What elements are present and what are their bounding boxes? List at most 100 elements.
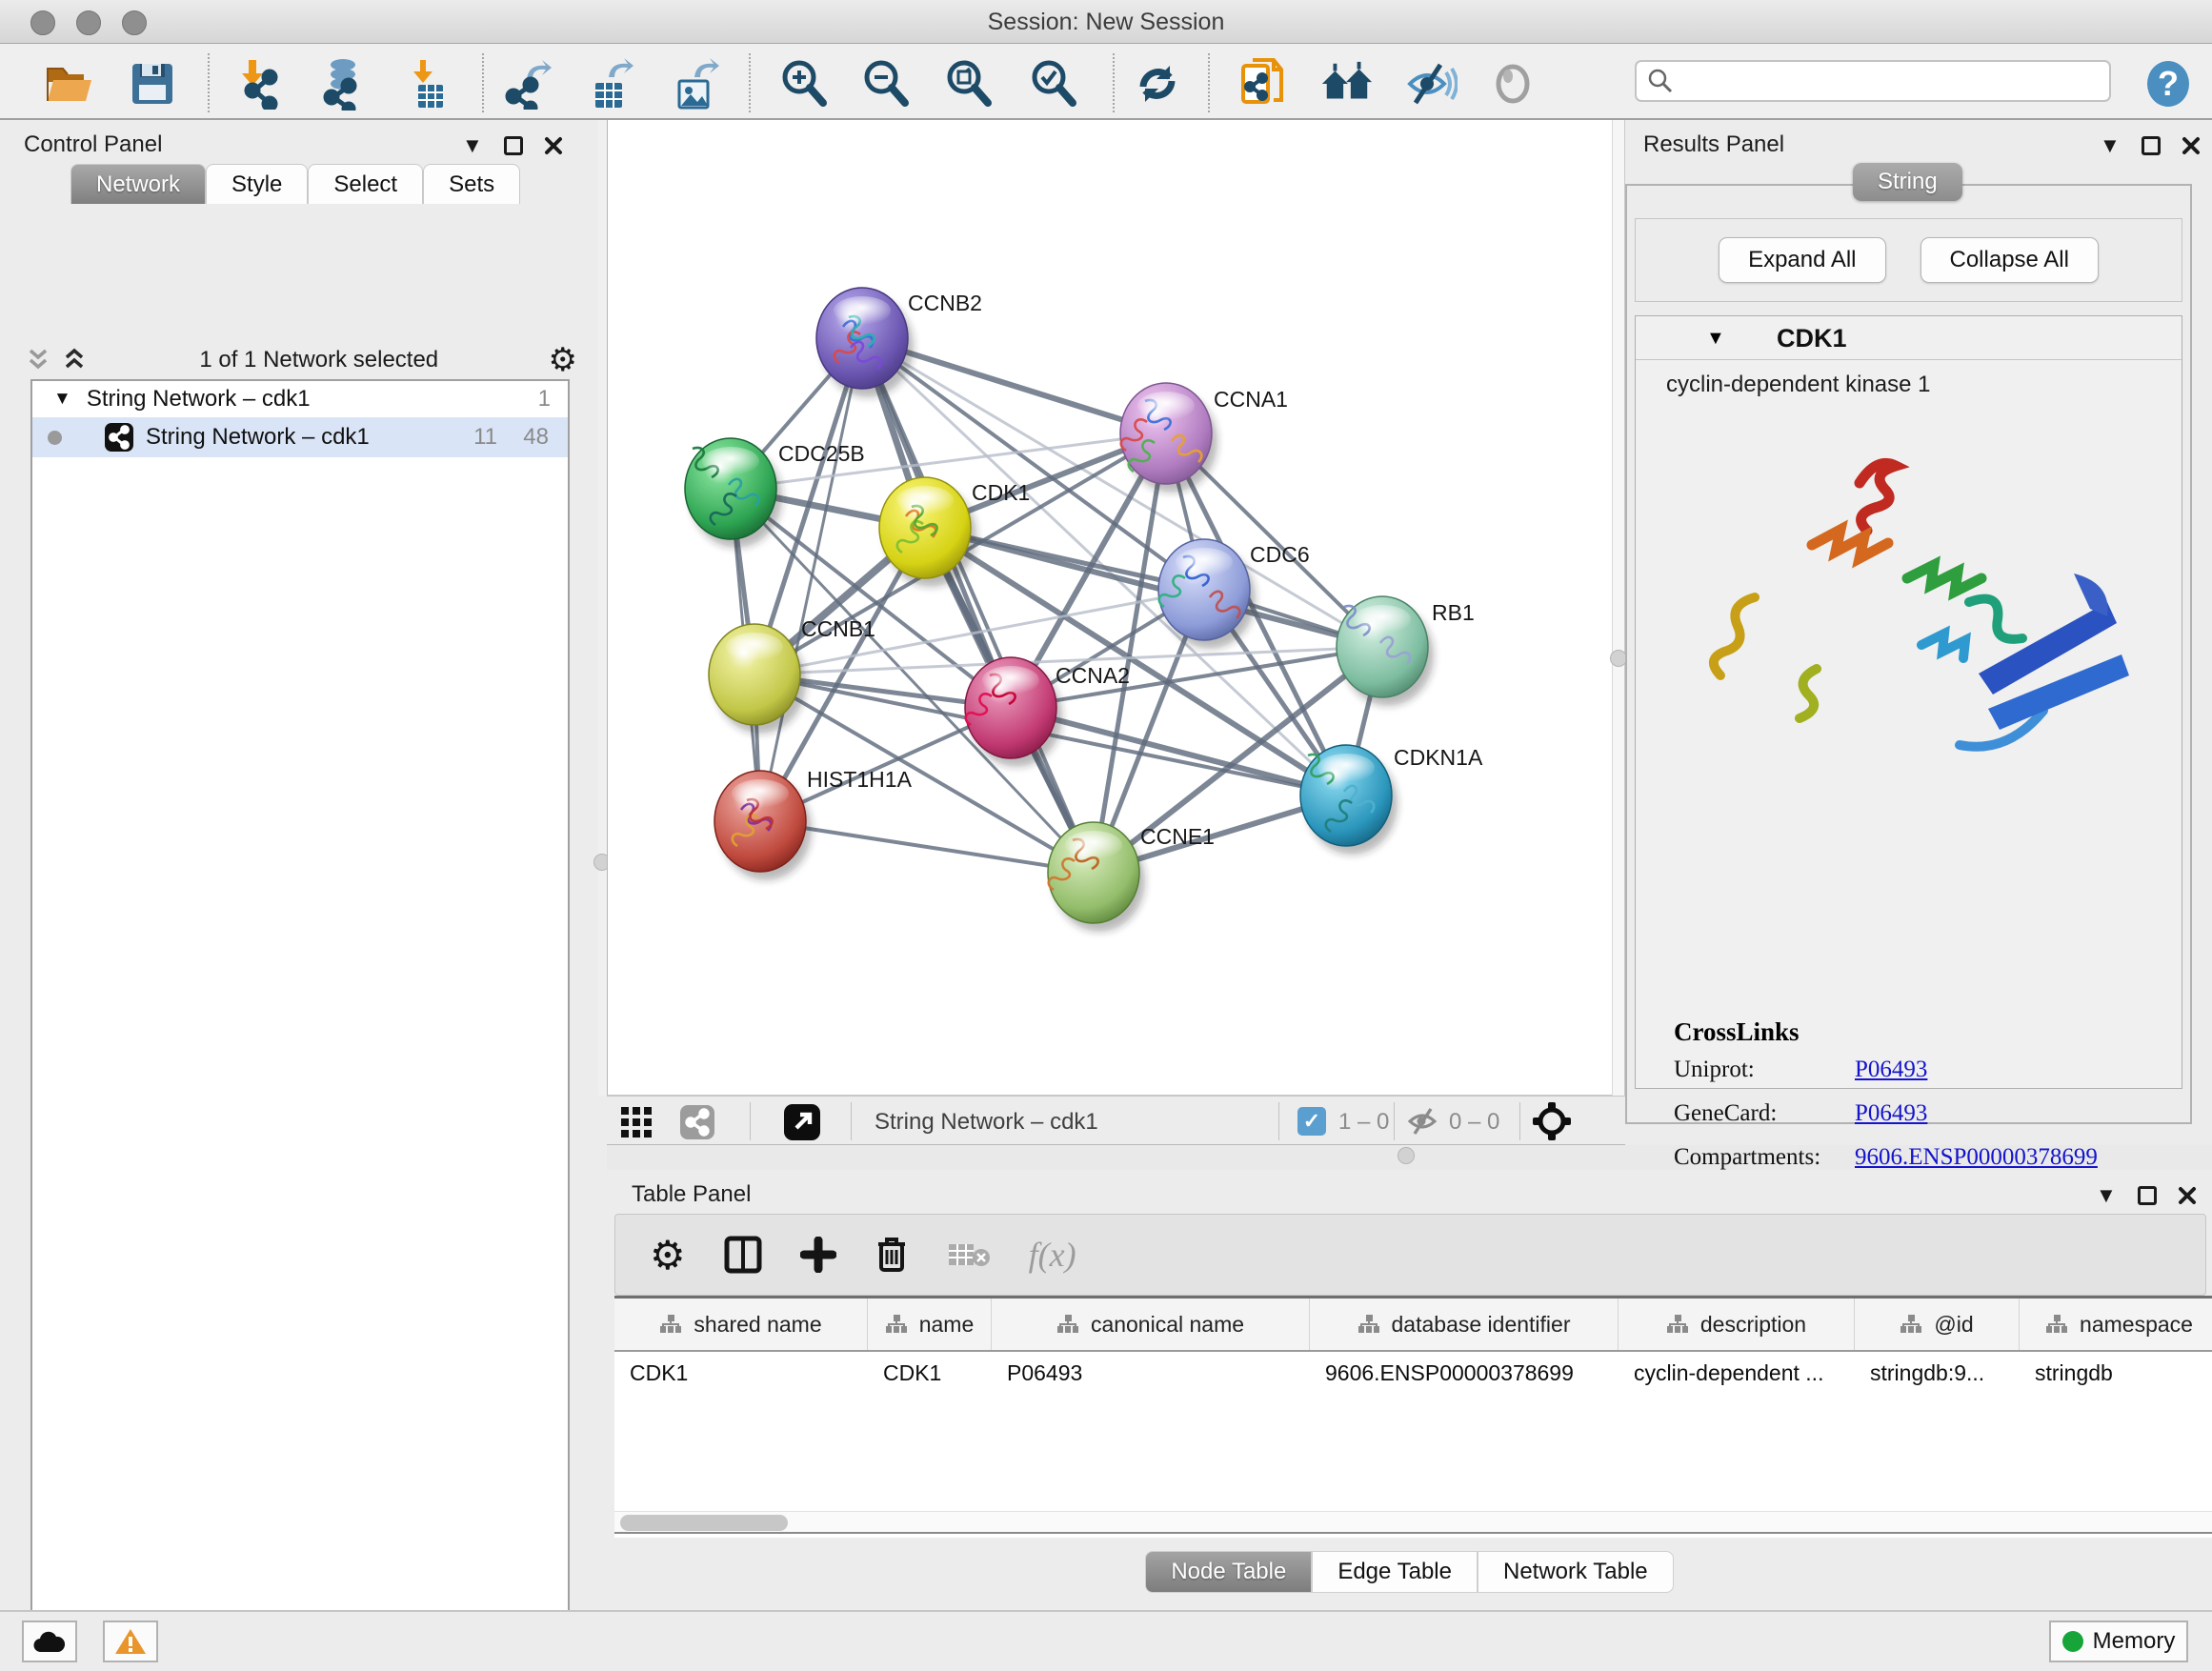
zoom-in-icon[interactable] bbox=[777, 57, 831, 111]
panel-float-icon[interactable] bbox=[504, 136, 523, 155]
table-cell[interactable]: 9606.ENSP00000378699 bbox=[1310, 1360, 1619, 1386]
table-row[interactable]: CDK1CDK1P064939606.ENSP00000378699cyclin… bbox=[614, 1352, 2212, 1394]
detach-view-icon[interactable] bbox=[783, 1103, 821, 1146]
collapse-all-button[interactable]: Collapse All bbox=[1920, 237, 2099, 283]
network-status-dot-icon bbox=[48, 431, 62, 445]
table-cell[interactable]: stringdb bbox=[2020, 1360, 2212, 1386]
network-node-rb1[interactable] bbox=[1337, 596, 1434, 706]
crosslinks-heading: CrossLinks bbox=[1674, 1017, 2098, 1047]
birdseye-view-icon[interactable] bbox=[1533, 1102, 1571, 1145]
tab-network[interactable]: Network bbox=[70, 164, 206, 204]
table-cell[interactable]: CDK1 bbox=[868, 1360, 992, 1386]
gene-section-header[interactable]: ▼ CDK1 bbox=[1636, 316, 2182, 360]
warnings-button[interactable] bbox=[103, 1621, 158, 1662]
refresh-layout-icon[interactable] bbox=[1131, 57, 1184, 111]
network-node-hist1h1a[interactable] bbox=[714, 771, 812, 880]
network-node-cdkn1a[interactable] bbox=[1300, 745, 1398, 855]
table-cell[interactable]: P06493 bbox=[992, 1360, 1310, 1386]
crosslink-link[interactable]: P06493 bbox=[1855, 1057, 1927, 1100]
scrollbar-thumb[interactable] bbox=[620, 1515, 788, 1531]
search-input[interactable] bbox=[1675, 68, 2094, 94]
network-node-ccnb2[interactable] bbox=[816, 288, 914, 397]
right-splitter[interactable] bbox=[1612, 120, 1625, 1096]
tab-select[interactable]: Select bbox=[308, 164, 423, 204]
hide-results-eye-icon[interactable] bbox=[1404, 57, 1458, 111]
tab-string[interactable]: String bbox=[1853, 163, 1962, 201]
network-share-view-icon[interactable] bbox=[679, 1104, 715, 1145]
grid-view-icon[interactable] bbox=[619, 1105, 654, 1144]
network-edge[interactable] bbox=[862, 338, 1094, 873]
export-image-icon[interactable] bbox=[667, 57, 720, 111]
table-settings-gear-icon[interactable]: ⚙ bbox=[650, 1232, 686, 1278]
show-columns-icon[interactable] bbox=[724, 1236, 762, 1274]
table-horizontal-scrollbar[interactable] bbox=[614, 1511, 2212, 1534]
network-options-gear-icon[interactable]: ⚙ bbox=[549, 341, 577, 379]
table-cell[interactable]: stringdb:9... bbox=[1855, 1360, 2020, 1386]
crosslink-link[interactable]: P06493 bbox=[1855, 1100, 1927, 1144]
control-panel-title: Control Panel bbox=[24, 131, 162, 158]
column-header-canonical-name[interactable]: canonical name bbox=[992, 1299, 1310, 1350]
expand-all-chevrons-icon[interactable] bbox=[61, 348, 90, 372]
panel-menu-icon[interactable]: ▼ bbox=[2100, 133, 2121, 158]
network-node-cdk1[interactable] bbox=[879, 477, 976, 587]
tab-edge-table[interactable]: Edge Table bbox=[1312, 1551, 1478, 1593]
export-network-icon[interactable] bbox=[501, 57, 554, 111]
string-home-icon[interactable] bbox=[1320, 57, 1374, 111]
tab-style[interactable]: Style bbox=[206, 164, 308, 204]
panel-float-icon[interactable] bbox=[2142, 136, 2161, 155]
panel-menu-icon[interactable]: ▼ bbox=[462, 133, 483, 158]
collapse-all-chevrons-icon[interactable] bbox=[25, 348, 53, 372]
column-header-namespace[interactable]: namespace bbox=[2020, 1299, 2212, 1350]
network-row-selected[interactable]: String Network – cdk1 11 48 bbox=[32, 417, 568, 457]
tab-network-table[interactable]: Network Table bbox=[1478, 1551, 1674, 1593]
network-collection-row[interactable]: ▼ String Network – cdk1 1 bbox=[32, 381, 568, 417]
column-header-description[interactable]: description bbox=[1619, 1299, 1855, 1350]
zoom-selected-icon[interactable] bbox=[1027, 57, 1080, 111]
column-header--id[interactable]: @id bbox=[1855, 1299, 2020, 1350]
save-session-icon[interactable] bbox=[126, 57, 179, 111]
panel-close-icon[interactable] bbox=[2178, 1186, 2197, 1205]
zoom-fit-icon[interactable] bbox=[942, 57, 995, 111]
column-header-database-identifier[interactable]: database identifier bbox=[1310, 1299, 1619, 1350]
open-session-icon[interactable] bbox=[42, 57, 95, 111]
tab-node-table[interactable]: Node Table bbox=[1145, 1551, 1312, 1593]
column-header-name[interactable]: name bbox=[868, 1299, 992, 1350]
section-expander-icon[interactable]: ▼ bbox=[1706, 328, 1725, 350]
selected-checkbox-icon[interactable]: ✓ bbox=[1297, 1107, 1326, 1136]
help-icon[interactable]: ? bbox=[2142, 57, 2195, 111]
gene-name: CDK1 bbox=[1777, 324, 1847, 353]
network-node-cdc25b[interactable] bbox=[685, 438, 782, 548]
panel-close-icon[interactable] bbox=[2182, 136, 2201, 155]
zoom-out-icon[interactable] bbox=[859, 57, 913, 111]
status-bar: Memory bbox=[0, 1610, 2212, 1671]
delete-column-icon[interactable] bbox=[875, 1236, 909, 1274]
network-node-ccna1[interactable] bbox=[1120, 383, 1217, 493]
export-table-icon[interactable] bbox=[583, 57, 636, 111]
import-network-database-icon[interactable] bbox=[314, 57, 368, 111]
left-splitter[interactable] bbox=[598, 120, 607, 1096]
splitter-handle[interactable] bbox=[1398, 1147, 1415, 1164]
tree-expander-icon[interactable]: ▼ bbox=[53, 389, 71, 410]
node-table[interactable]: shared namename canonical name database id… bbox=[614, 1296, 2212, 1538]
show-results-eye-icon[interactable] bbox=[1486, 57, 1539, 111]
cloud-button[interactable] bbox=[22, 1621, 77, 1662]
network-view-canvas[interactable]: CCNB2CCNA1CDC25BCDK1CDC6RB1CCNB1CCNA2CDK… bbox=[607, 120, 1612, 1096]
import-table-icon[interactable] bbox=[402, 57, 455, 111]
panel-close-icon[interactable] bbox=[544, 136, 563, 155]
network-node-ccne1[interactable] bbox=[1048, 822, 1145, 932]
add-column-icon[interactable] bbox=[800, 1237, 836, 1273]
memory-button[interactable]: Memory bbox=[2049, 1621, 2188, 1662]
tab-sets[interactable]: Sets bbox=[423, 164, 520, 204]
panel-menu-icon[interactable]: ▼ bbox=[2096, 1183, 2117, 1208]
panel-float-icon[interactable] bbox=[2138, 1186, 2157, 1205]
main-toolbar: ? bbox=[0, 44, 2212, 120]
table-cell[interactable]: cyclin-dependent ... bbox=[1619, 1360, 1855, 1386]
column-label: canonical name bbox=[1091, 1312, 1244, 1338]
import-network-file-icon[interactable] bbox=[234, 57, 288, 111]
column-header-shared-name[interactable]: shared name bbox=[614, 1299, 868, 1350]
table-cell[interactable]: CDK1 bbox=[614, 1360, 868, 1386]
warning-icon bbox=[114, 1627, 147, 1656]
clone-network-icon[interactable] bbox=[1237, 57, 1290, 111]
expand-all-button[interactable]: Expand All bbox=[1719, 237, 1885, 283]
crosslink-label: GeneCard: bbox=[1674, 1100, 1855, 1144]
